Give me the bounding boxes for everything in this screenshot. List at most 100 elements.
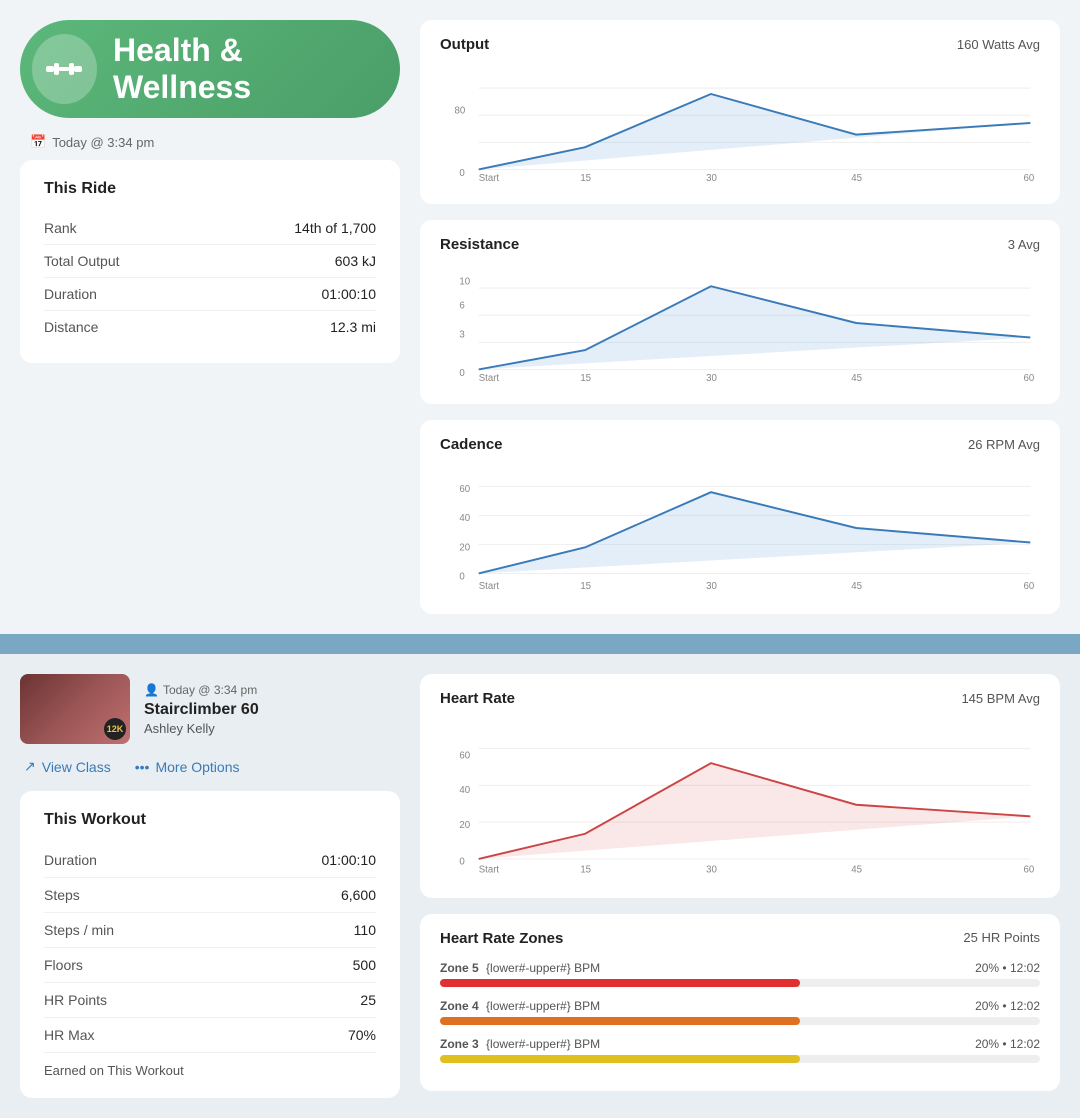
this-workout-card: This Workout Duration 01:00:10 Steps 6,6… bbox=[20, 791, 400, 1098]
svg-text:6: 6 bbox=[459, 300, 464, 311]
zone-5-label: Zone 5 {lower#-upper#} BPM bbox=[440, 961, 600, 975]
svg-text:60: 60 bbox=[459, 750, 470, 761]
svg-text:30: 30 bbox=[706, 864, 717, 875]
workout-thumbnail: 12K bbox=[20, 674, 130, 744]
svg-text:0: 0 bbox=[459, 368, 464, 379]
left-panel-bottom: 12K 👤 Today @ 3:34 pm Stairclimber 60 As… bbox=[20, 674, 400, 1098]
cadence-chart-avg: 26 RPM Avg bbox=[968, 437, 1040, 452]
this-ride-card: This Ride Rank 14th of 1,700 Total Outpu… bbox=[20, 160, 400, 363]
header-icon bbox=[32, 34, 97, 104]
svg-text:60: 60 bbox=[1024, 173, 1035, 184]
header-banner: Health & Wellness bbox=[20, 20, 400, 118]
svg-text:Start: Start bbox=[479, 173, 500, 184]
stat-row-hr-points: HR Points 25 bbox=[44, 983, 376, 1018]
stat-row-hr-max: HR Max 70% bbox=[44, 1018, 376, 1053]
resistance-chart-title: Resistance bbox=[440, 236, 519, 253]
stat-row-steps: Steps 6,600 bbox=[44, 878, 376, 913]
workout-actions: ↗ View Class ••• More Options bbox=[20, 758, 400, 775]
hr-chart-card: Heart Rate 145 BPM Avg 0 20 40 60 Start … bbox=[420, 674, 1060, 898]
zone-3-label: Zone 3 {lower#-upper#} BPM bbox=[440, 1037, 600, 1051]
svg-text:30: 30 bbox=[706, 581, 717, 592]
svg-text:15: 15 bbox=[580, 581, 591, 592]
resistance-chart-card: Resistance 3 Avg 0 3 6 10 Start 15 30 45… bbox=[420, 220, 1060, 404]
svg-text:15: 15 bbox=[580, 864, 591, 875]
bottom-section: 12K 👤 Today @ 3:34 pm Stairclimber 60 As… bbox=[0, 654, 1080, 1118]
svg-text:20: 20 bbox=[459, 820, 470, 831]
hr-zones-card: Heart Rate Zones 25 HR Points Zone 5 {lo… bbox=[420, 914, 1060, 1091]
hr-chart-title: Heart Rate bbox=[440, 690, 515, 707]
stat-row-duration: Duration 01:00:10 bbox=[44, 843, 376, 878]
top-section: Health & Wellness 📅 Today @ 3:34 pm This… bbox=[0, 0, 1080, 634]
external-link-icon: ↗ bbox=[24, 758, 36, 775]
zone-5-bar-bg bbox=[440, 979, 1040, 987]
calendar-icon: 📅 bbox=[30, 134, 46, 150]
zone-3-bar-bg bbox=[440, 1055, 1040, 1063]
svg-text:40: 40 bbox=[459, 513, 470, 524]
left-panel-top: Health & Wellness 📅 Today @ 3:34 pm This… bbox=[20, 20, 400, 614]
more-options-button[interactable]: ••• More Options bbox=[135, 758, 240, 775]
charts-panel-bottom: Heart Rate 145 BPM Avg 0 20 40 60 Start … bbox=[420, 674, 1060, 1098]
zone-4-stat: 20% • 12:02 bbox=[975, 999, 1040, 1013]
this-workout-title: This Workout bbox=[44, 811, 376, 829]
zone-5-stat: 20% • 12:02 bbox=[975, 961, 1040, 975]
zone-3-stat: 20% • 12:02 bbox=[975, 1037, 1040, 1051]
earned-row: Earned on This Workout bbox=[44, 1053, 376, 1078]
cadence-chart-svg: 0 20 40 60 Start 15 30 45 60 bbox=[440, 463, 1040, 593]
cadence-chart-title: Cadence bbox=[440, 436, 503, 453]
workout-timestamp: 👤 Today @ 3:34 pm bbox=[144, 683, 400, 697]
svg-text:80: 80 bbox=[455, 105, 466, 116]
zone-4-row: Zone 4 {lower#-upper#} BPM 20% • 12:02 bbox=[440, 999, 1040, 1025]
svg-text:0: 0 bbox=[459, 168, 464, 179]
hr-points: 25 HR Points bbox=[963, 930, 1040, 947]
this-ride-title: This Ride bbox=[44, 180, 376, 198]
cadence-chart-card: Cadence 26 RPM Avg 0 20 40 60 Start 15 3… bbox=[420, 420, 1060, 614]
output-chart-avg: 160 Watts Avg bbox=[957, 37, 1040, 52]
svg-text:Start: Start bbox=[479, 581, 500, 592]
svg-text:60: 60 bbox=[1024, 864, 1035, 875]
workout-instructor: Ashley Kelly bbox=[144, 721, 400, 736]
svg-text:30: 30 bbox=[706, 173, 717, 184]
zone-3-bar-fill bbox=[440, 1055, 800, 1063]
output-chart-svg: 0 80 Start 15 30 45 60 bbox=[440, 63, 1040, 183]
workout-header-row: 12K 👤 Today @ 3:34 pm Stairclimber 60 As… bbox=[20, 674, 400, 744]
svg-text:45: 45 bbox=[851, 864, 862, 875]
ride-row-duration: Duration 01:00:10 bbox=[44, 278, 376, 311]
zone-5-bar-fill bbox=[440, 979, 800, 987]
svg-text:10: 10 bbox=[459, 276, 470, 287]
ride-row-distance: Distance 12.3 mi bbox=[44, 311, 376, 343]
svg-text:30: 30 bbox=[706, 373, 717, 384]
stat-row-steps-per-min: Steps / min 110 bbox=[44, 913, 376, 948]
ride-row-output: Total Output 603 kJ bbox=[44, 245, 376, 278]
svg-text:45: 45 bbox=[851, 581, 862, 592]
ride-row-rank: Rank 14th of 1,700 bbox=[44, 212, 376, 245]
svg-text:45: 45 bbox=[851, 373, 862, 384]
workout-badge: 12K bbox=[104, 718, 126, 740]
person-icon: 👤 bbox=[144, 683, 159, 697]
output-chart-title: Output bbox=[440, 36, 489, 53]
top-timestamp: 📅 Today @ 3:34 pm bbox=[20, 134, 400, 150]
zone-4-bar-bg bbox=[440, 1017, 1040, 1025]
workout-name: Stairclimber 60 bbox=[144, 701, 400, 719]
svg-text:20: 20 bbox=[459, 542, 470, 553]
svg-text:60: 60 bbox=[1024, 581, 1035, 592]
charts-panel-top: Output 160 Watts Avg 0 80 Start 15 30 bbox=[420, 20, 1060, 614]
output-chart-card: Output 160 Watts Avg 0 80 Start 15 30 bbox=[420, 20, 1060, 204]
stat-row-floors: Floors 500 bbox=[44, 948, 376, 983]
svg-text:60: 60 bbox=[1024, 373, 1035, 384]
ellipsis-icon: ••• bbox=[135, 759, 150, 775]
hr-zones-title: Heart Rate Zones bbox=[440, 930, 563, 947]
svg-text:60: 60 bbox=[459, 484, 470, 495]
workout-info: 👤 Today @ 3:34 pm Stairclimber 60 Ashley… bbox=[144, 683, 400, 736]
svg-text:Start: Start bbox=[479, 373, 500, 384]
view-class-button[interactable]: ↗ View Class bbox=[24, 758, 111, 775]
resistance-chart-svg: 0 3 6 10 Start 15 30 45 60 bbox=[440, 263, 1040, 383]
svg-text:40: 40 bbox=[459, 785, 470, 796]
hr-chart-avg: 145 BPM Avg bbox=[961, 691, 1040, 706]
zone-5-row: Zone 5 {lower#-upper#} BPM 20% • 12:02 bbox=[440, 961, 1040, 987]
zone-3-row: Zone 3 {lower#-upper#} BPM 20% • 12:02 bbox=[440, 1037, 1040, 1063]
hr-chart-svg: 0 20 40 60 Start 15 30 45 60 bbox=[440, 717, 1040, 877]
svg-text:45: 45 bbox=[851, 173, 862, 184]
svg-text:3: 3 bbox=[459, 330, 464, 341]
svg-text:15: 15 bbox=[580, 373, 591, 384]
resistance-chart-avg: 3 Avg bbox=[1008, 237, 1040, 252]
